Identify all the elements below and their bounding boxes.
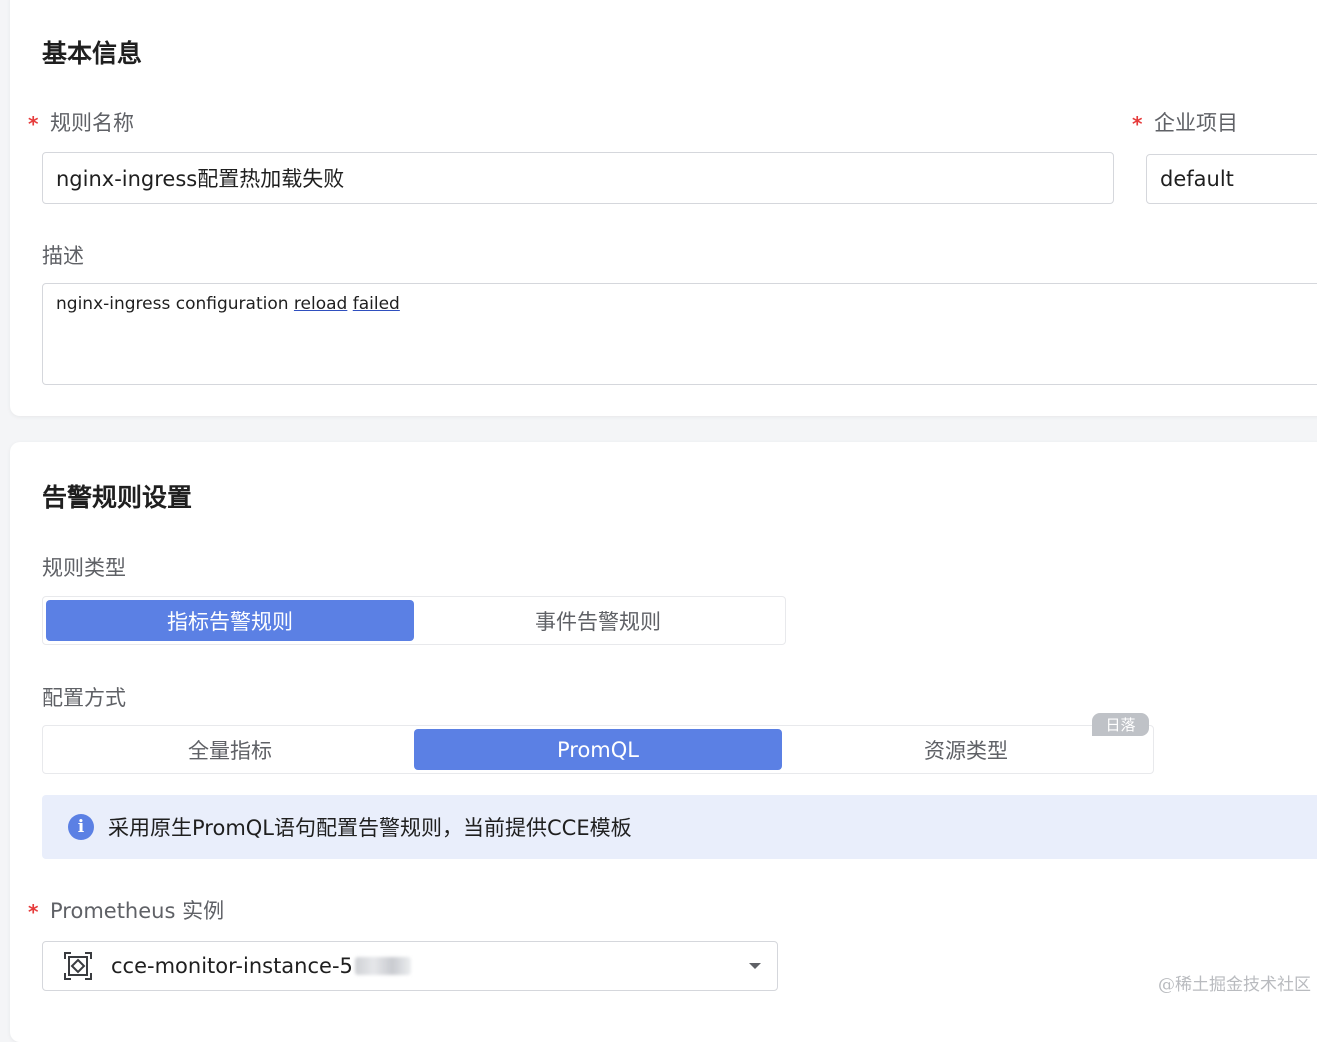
alarm-settings-title: 告警规则设置: [42, 483, 193, 512]
tab-full-metrics[interactable]: 全量指标: [46, 729, 414, 770]
prometheus-instance-select[interactable]: cce-monitor-instance-5: [42, 941, 778, 991]
required-mark: *: [28, 900, 39, 924]
project-label: 企业项目: [1154, 111, 1238, 135]
info-icon: i: [68, 814, 94, 840]
info-alert: i 采用原生PromQL语句配置告警规则，当前提供CCE模板: [42, 795, 1317, 859]
rule-name-label: 规则名称: [50, 111, 134, 135]
description-text: nginx-ingress configuration: [56, 294, 294, 314]
redacted-text: [354, 957, 411, 975]
required-mark: *: [1132, 112, 1143, 136]
project-select[interactable]: default: [1146, 154, 1317, 204]
tab-promql[interactable]: PromQL: [414, 729, 782, 770]
project-value: default: [1160, 167, 1234, 191]
event-alarm-rule-tab[interactable]: 事件告警规则: [414, 600, 782, 641]
description-label: 描述: [42, 244, 84, 268]
prometheus-instance-label: Prometheus 实例: [50, 899, 225, 923]
config-mode-switch: 全量指标 PromQL 资源类型: [42, 725, 1154, 774]
required-mark: *: [28, 112, 39, 136]
basic-info-title: 基本信息: [42, 39, 143, 68]
config-mode-label: 配置方式: [42, 686, 126, 710]
rule-type-label: 规则类型: [42, 556, 126, 580]
spellcheck-word: failed: [352, 294, 400, 314]
rule-name-input[interactable]: nginx-ingress配置热加载失败: [42, 152, 1114, 204]
prometheus-instance-icon: [63, 951, 93, 981]
rule-type-switch: 指标告警规则 事件告警规则: [42, 596, 786, 645]
rule-name-value: nginx-ingress配置热加载失败: [56, 167, 345, 191]
metric-alarm-rule-tab[interactable]: 指标告警规则: [46, 600, 414, 641]
prometheus-instance-value: cce-monitor-instance-5: [111, 954, 353, 978]
sunset-badge: 日落: [1092, 713, 1149, 736]
description-textarea[interactable]: nginx-ingress configuration reload faile…: [42, 283, 1317, 385]
info-alert-text: 采用原生PromQL语句配置告警规则，当前提供CCE模板: [108, 816, 632, 840]
watermark: @稀土掘金技术社区: [1158, 975, 1311, 995]
chevron-down-icon: [749, 963, 761, 969]
spellcheck-word: reload: [293, 294, 348, 314]
